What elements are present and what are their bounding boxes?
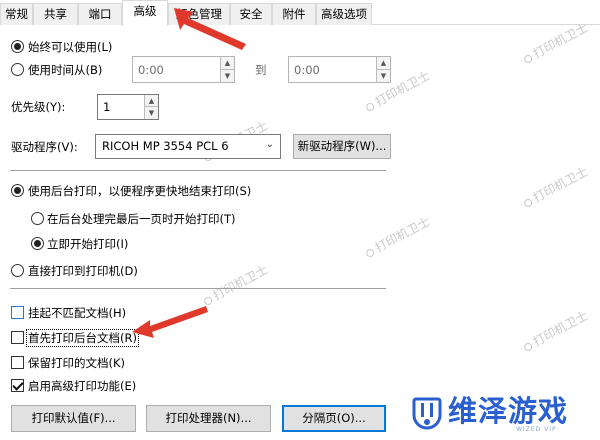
- arrow-pointer-icon: [132, 306, 208, 338]
- keep-printed-checkbox[interactable]: [11, 356, 24, 369]
- print-direct-label[interactable]: 直接打印到打印机(D): [28, 264, 138, 278]
- driver-value: RICOH MP 3554 PCL 6: [102, 139, 229, 153]
- driver-select[interactable]: RICOH MP 3554 PCL 6 ⌄: [95, 134, 281, 159]
- to-time-spinner[interactable]: 0:00 ▲ ▼: [288, 56, 391, 83]
- watermark-logo-icon: [522, 341, 534, 353]
- tab-strip: 常规 共享 端口 高级 颜色管理 安全 附件 高级选项: [0, 0, 600, 26]
- printing-defaults-button[interactable]: 打印默认值(F)...: [11, 405, 136, 432]
- enable-advanced-checkbox[interactable]: [11, 379, 24, 392]
- brand-watermark: 维泽游戏 WIZED VIP: [410, 393, 596, 437]
- watermark-logo-icon: [364, 247, 376, 259]
- available-from-radio[interactable]: [11, 63, 24, 76]
- print-spooled-first-checkbox[interactable]: [11, 331, 24, 344]
- start-after-last-page-label[interactable]: 在后台处理完最后一页时开始打印(T): [47, 212, 236, 226]
- tab-sharing[interactable]: 共享: [33, 3, 78, 25]
- hold-mismatched-label[interactable]: 挂起不匹配文档(H): [28, 306, 126, 320]
- divider: [10, 288, 386, 289]
- start-immediately-label[interactable]: 立即开始打印(I): [47, 237, 128, 251]
- tab-advanced[interactable]: 高级: [122, 0, 168, 26]
- divider: [10, 170, 386, 171]
- spin-up-icon[interactable]: ▲: [221, 57, 234, 70]
- print-processor-button[interactable]: 打印处理器(N)...: [146, 405, 271, 432]
- print-spooled-first-label[interactable]: 首先打印后台文档(R): [26, 329, 139, 347]
- driver-label: 驱动程序(V):: [11, 140, 78, 154]
- priority-spinner[interactable]: 1 ▲ ▼: [97, 94, 159, 120]
- tab-general[interactable]: 常规: [0, 3, 33, 25]
- start-after-last-page-radio[interactable]: [31, 212, 44, 225]
- hold-mismatched-checkbox[interactable]: [11, 306, 24, 319]
- to-label: 到: [255, 63, 267, 77]
- print-direct-radio[interactable]: [11, 264, 24, 277]
- watermark-logo-icon: [522, 53, 534, 65]
- separator-page-button[interactable]: 分隔页(O)...: [282, 405, 386, 432]
- enable-advanced-label[interactable]: 启用高级打印功能(E): [28, 379, 136, 393]
- spin-up-icon[interactable]: ▲: [145, 95, 158, 107]
- tab-advanced-options[interactable]: 高级选项: [316, 3, 372, 25]
- watermark: 打印机卫士: [200, 261, 271, 309]
- to-time-value: 0:00: [294, 63, 320, 77]
- arrow-pointer-icon: [174, 8, 246, 50]
- available-from-label[interactable]: 使用时间从(B): [28, 63, 102, 77]
- watermark: 打印机卫士: [520, 19, 591, 67]
- watermark-logo-icon: [364, 101, 376, 113]
- spin-down-icon[interactable]: ▼: [145, 107, 158, 119]
- tab-ports[interactable]: 端口: [78, 3, 122, 25]
- watermark: 打印机卫士: [362, 213, 433, 261]
- always-available-radio[interactable]: [11, 40, 24, 53]
- from-time-value: 0:00: [138, 63, 164, 77]
- spin-down-icon[interactable]: ▼: [221, 70, 234, 83]
- tab-attachments[interactable]: 附件: [272, 3, 316, 25]
- new-driver-button[interactable]: 新驱动程序(W)...: [293, 134, 391, 159]
- spool-radio[interactable]: [11, 184, 24, 197]
- start-immediately-radio[interactable]: [31, 237, 44, 250]
- always-available-label[interactable]: 始终可以使用(L): [28, 40, 112, 54]
- watermark: 打印机卫士: [520, 163, 591, 211]
- priority-value: 1: [103, 100, 111, 114]
- brand-name: 维泽游戏: [448, 394, 569, 428]
- spin-down-icon[interactable]: ▼: [377, 70, 390, 83]
- spool-label[interactable]: 使用后台打印，以便程序更快地结束打印(S): [28, 184, 251, 198]
- brand-subtitle: WIZED VIP: [516, 426, 557, 433]
- priority-label: 优先级(Y):: [11, 100, 66, 114]
- from-time-spinner[interactable]: 0:00 ▲ ▼: [132, 56, 235, 83]
- spin-up-icon[interactable]: ▲: [377, 57, 390, 70]
- brand-logo-icon: [412, 397, 442, 430]
- keep-printed-label[interactable]: 保留打印的文档(K): [28, 356, 125, 370]
- chevron-down-icon: ⌄: [265, 139, 274, 150]
- watermark: 打印机卫士: [520, 307, 591, 355]
- watermark-logo-icon: [522, 197, 534, 209]
